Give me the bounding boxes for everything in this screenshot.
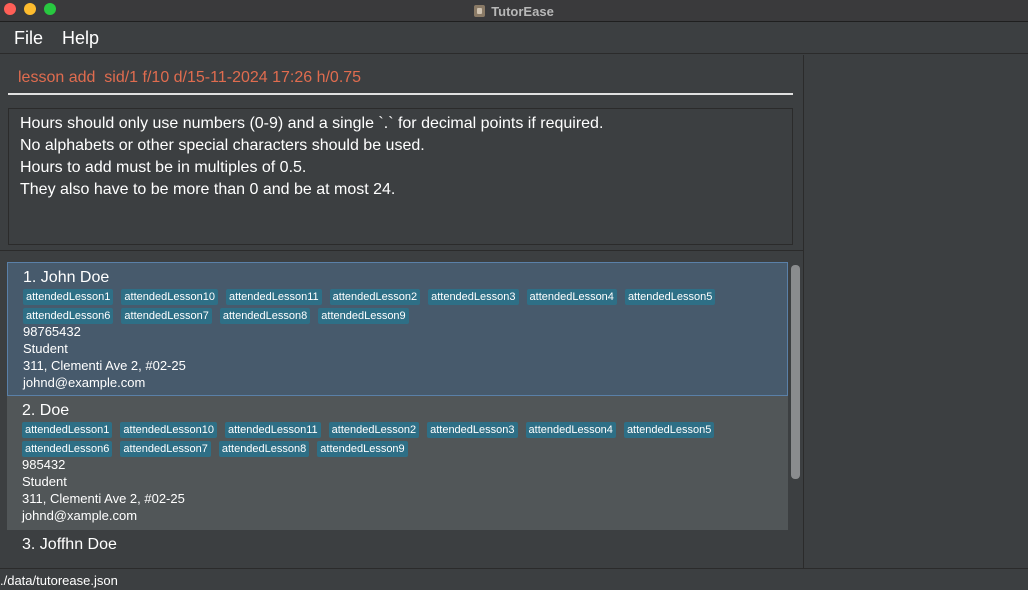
tag: attendedLesson1	[22, 422, 113, 438]
person-card[interactable]: 2. Doe attendedLesson1 attendedLesson10 …	[7, 396, 788, 530]
tag: attendedLesson4	[526, 289, 617, 305]
side-panel	[805, 55, 1028, 568]
app-icon	[474, 5, 486, 17]
person-list-scrollbar[interactable]	[790, 265, 801, 565]
person-name: 3. Joffhn Doe	[22, 536, 117, 553]
menu-help[interactable]: Help	[62, 28, 99, 49]
tag: attendedLesson5	[624, 289, 716, 305]
person-name: 2. Doe	[22, 402, 70, 419]
title-bar: TutorEase	[0, 0, 1028, 22]
data-file-path: ./data/tutorease.json	[0, 573, 118, 588]
tag: attendedLesson6	[23, 308, 114, 324]
person-card[interactable]: 3. Joffhn Doe	[7, 530, 788, 559]
person-list: 1. John Doe attendedLesson1 attendedLess…	[7, 262, 788, 559]
person-phone: 98765432	[23, 324, 81, 339]
menu-bar: File Help	[0, 23, 1028, 54]
window-title: TutorEase	[491, 3, 554, 19]
person-email: johnd@example.com	[23, 375, 146, 390]
tag: attendedLesson5	[623, 422, 715, 438]
tag: attendedLesson2	[329, 289, 421, 305]
divider	[0, 250, 804, 251]
person-address: 311, Clementi Ave 2, #02-25	[22, 491, 185, 506]
menu-file[interactable]: File	[14, 28, 43, 49]
result-display: Hours should only use numbers (0-9) and …	[8, 108, 793, 245]
main-panel: lesson add sid/1 f/10 d/15-11-2024 17:26…	[0, 55, 804, 568]
result-line: Hours to add must be in multiples of 0.5…	[20, 159, 307, 176]
tag: attendedLesson2	[328, 422, 420, 438]
result-line: Hours should only use numbers (0-9) and …	[20, 115, 604, 132]
tag: attendedLesson6	[22, 441, 113, 457]
tag: attendedLesson8	[219, 308, 311, 324]
result-line: They also have to be more than 0 and be …	[20, 181, 396, 198]
tag: attendedLesson9	[317, 441, 408, 457]
tag: attendedLesson7	[121, 308, 212, 324]
command-box[interactable]: lesson add sid/1 f/10 d/15-11-2024 17:26…	[8, 63, 793, 95]
person-name: 1. John Doe	[23, 269, 110, 286]
person-address: 311, Clementi Ave 2, #02-25	[23, 358, 186, 373]
tag: attendedLesson11	[225, 289, 322, 305]
person-email: johnd@xample.com	[22, 508, 138, 523]
result-line: No alphabets or other special characters…	[20, 137, 425, 154]
tag: attendedLesson1	[23, 289, 114, 305]
tag-list: attendedLesson1 attendedLesson10 attende…	[23, 289, 788, 324]
tag: attendedLesson9	[318, 308, 409, 324]
tag: attendedLesson10	[120, 422, 217, 438]
tag: attendedLesson3	[428, 289, 519, 305]
person-role: Student	[22, 474, 67, 489]
person-role: Student	[23, 341, 68, 356]
scrollbar-thumb[interactable]	[791, 265, 800, 479]
tag-list: attendedLesson1 attendedLesson10 attende…	[22, 422, 787, 457]
tag: attendedLesson10	[121, 289, 218, 305]
tag: attendedLesson8	[218, 441, 310, 457]
status-bar: ./data/tutorease.json	[0, 568, 1028, 590]
tag: attendedLesson4	[525, 422, 616, 438]
command-input[interactable]: lesson add sid/1 f/10 d/15-11-2024 17:26…	[18, 69, 361, 87]
window-title-group: TutorEase	[0, 0, 1028, 22]
tag: attendedLesson11	[224, 422, 321, 438]
person-phone: 985432	[22, 457, 66, 472]
tag: attendedLesson7	[120, 441, 211, 457]
person-card[interactable]: 1. John Doe attendedLesson1 attendedLess…	[7, 262, 788, 396]
tag: attendedLesson3	[427, 422, 518, 438]
